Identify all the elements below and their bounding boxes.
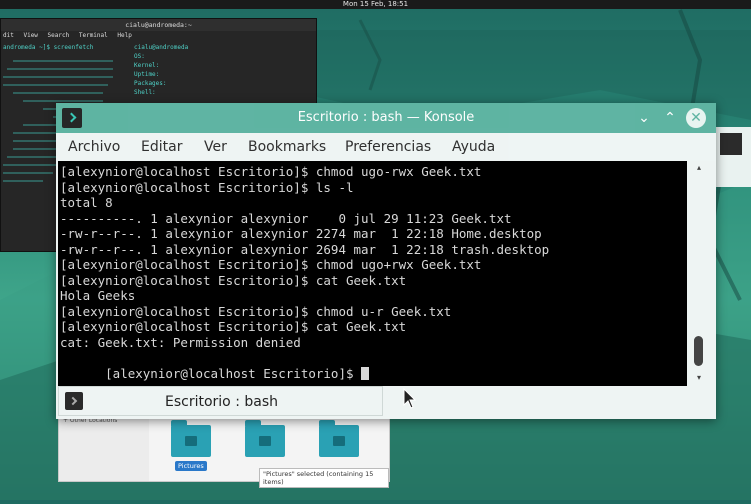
bg-sysinfo-packages: Packages: (134, 80, 167, 87)
terminal-tab-icon (65, 392, 83, 410)
terminal-line: cat: Geek.txt: Permission denied (60, 334, 301, 350)
menu-editar[interactable]: Editar (141, 133, 182, 161)
app-icon[interactable] (720, 133, 742, 155)
folder-icon-pictures[interactable] (171, 420, 211, 457)
konsole-titlebar[interactable]: Escritorio : bash — Konsole ⌄ ⌃ ✕ (56, 103, 716, 133)
close-icon[interactable]: ✕ (686, 108, 706, 128)
terminal-line: -rw-r--r--. 1 alexynior alexynior 2274 m… (60, 226, 542, 241)
maximize-icon[interactable]: ⌃ (660, 108, 680, 128)
bg-sysinfo-os: OS: (134, 53, 145, 60)
terminal-prompt: [alexynior@localhost Escritorio]$ (105, 365, 362, 381)
terminal-line: [alexynior@localhost Escritorio]$ chmod … (60, 257, 482, 272)
scroll-up-icon[interactable]: ▴ (694, 163, 704, 172)
bg-sysinfo-uptime: Uptime: (134, 71, 160, 78)
terminal-line: [alexynior@localhost Escritorio]$ cat Ge… (60, 319, 407, 334)
text-cursor (361, 366, 370, 380)
folder-icon[interactable] (319, 420, 359, 457)
konsole-title: Escritorio : bash — Konsole (297, 110, 475, 125)
terminal-line: [alexynior@localhost Escritorio]$ chmod … (60, 164, 482, 179)
bg-terminal-userhost: cialu@andromeda (134, 44, 189, 51)
top-panel: Mon 15 Feb, 18:51 (0, 0, 751, 9)
terminal-line: ----------. 1 alexynior alexynior 0 jul … (60, 210, 512, 226)
bg-terminal-sysinfo: cialu@andromeda OS: Kernel: Uptime: Pack… (134, 43, 188, 97)
konsole-tabbar: Escritorio : bash (58, 386, 383, 416)
konsole-window[interactable]: Escritorio : bash — Konsole ⌄ ⌃ ✕ Archiv… (56, 103, 716, 419)
bg-sysinfo-shell: Shell: (134, 89, 156, 96)
terminal-line: [alexynior@localhost Escritorio]$ chmod … (60, 303, 452, 319)
terminal-scrollbar[interactable]: ▴ ▾ (692, 161, 706, 386)
terminal-line: Hola Geeks (60, 288, 136, 303)
menu-ayuda[interactable]: Ayuda (452, 133, 495, 161)
mouse-pointer-icon (403, 387, 417, 414)
terminal-output[interactable]: [alexynior@localhost Escritorio]$ chmod … (58, 161, 687, 386)
bg-terminal-title: cialu@andromeda:~ (1, 19, 316, 31)
scrollbar-thumb[interactable] (694, 336, 703, 366)
konsole-menubar: Archivo Editar Ver Bookmarks Preferencia… (56, 133, 716, 161)
terminal-line: [alexynior@localhost Escritorio]$ ls -l (60, 179, 354, 195)
menu-preferencias[interactable]: Preferencias (345, 133, 431, 161)
bg-menu-search[interactable]: Search (48, 32, 70, 39)
partial-window-right[interactable] (712, 127, 751, 187)
file-manager-status: "Pictures" selected (containing 15 items… (259, 468, 389, 488)
minimize-icon[interactable]: ⌄ (634, 108, 654, 128)
terminal-line: total 8 (60, 195, 113, 210)
menu-archivo[interactable]: Archivo (68, 133, 120, 161)
terminal-line: -rw-r--r--. 1 alexynior alexynior 2694 m… (60, 241, 550, 257)
bg-menu-edit[interactable]: dit (3, 32, 14, 39)
bg-terminal-menubar: dit View Search Terminal Help (1, 31, 316, 41)
clock[interactable]: Mon 15 Feb, 18:51 (343, 0, 408, 8)
scroll-down-icon[interactable]: ▾ (694, 373, 704, 382)
tab-escritorio-bash[interactable]: Escritorio : bash (59, 387, 384, 417)
menu-ver[interactable]: Ver (204, 133, 227, 161)
terminal-line: [alexynior@localhost Escritorio]$ cat Ge… (60, 272, 407, 288)
folder-label-pictures[interactable]: Pictures (175, 461, 207, 471)
bg-sysinfo-kernel: Kernel: (134, 62, 160, 69)
bg-menu-help[interactable]: Help (117, 32, 131, 39)
folder-icon[interactable] (245, 420, 285, 457)
bg-menu-terminal[interactable]: Terminal (79, 32, 108, 39)
menu-bookmarks[interactable]: Bookmarks (248, 133, 326, 161)
bg-menu-view[interactable]: View (23, 32, 37, 39)
file-manager-sidebar: + Other Locations (59, 415, 149, 481)
terminal-prompt-line: [alexynior@localhost Escritorio]$ (60, 350, 370, 381)
